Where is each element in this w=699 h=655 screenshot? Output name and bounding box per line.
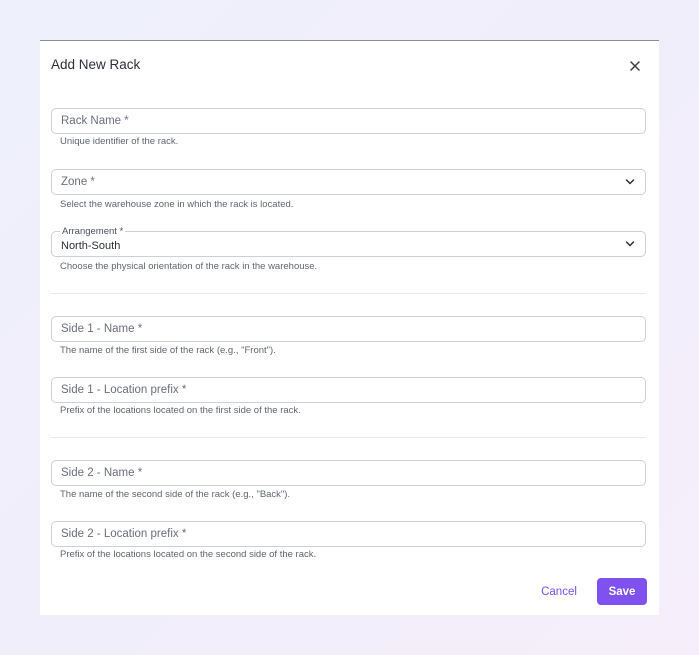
chevron-down-icon <box>625 179 635 185</box>
side2-name-helper: The name of the second side of the rack … <box>60 489 291 500</box>
arrangement-select[interactable]: Arrangement * North-South <box>51 226 646 257</box>
side1-name-helper: The name of the first side of the rack (… <box>60 345 276 356</box>
chevron-down-icon <box>625 241 635 247</box>
side1-name-input[interactable]: Side 1 - Name * <box>51 316 646 342</box>
side1-prefix-helper: Prefix of the locations located on the f… <box>60 405 301 416</box>
section-divider <box>51 437 646 438</box>
zone-helper: Select the warehouse zone in which the r… <box>60 199 294 210</box>
close-button[interactable] <box>627 58 643 74</box>
arrangement-value: North-South <box>61 240 121 252</box>
rack-name-helper: Unique identifier of the rack. <box>60 136 179 147</box>
side2-prefix-helper: Prefix of the locations located on the s… <box>60 549 317 560</box>
side1-prefix-input[interactable]: Side 1 - Location prefix * <box>51 377 646 403</box>
save-button[interactable]: Save <box>597 578 647 605</box>
rack-name-input[interactable]: Rack Name * <box>51 108 646 134</box>
arrangement-label: Arrangement * <box>60 226 126 237</box>
side2-prefix-placeholder: Side 2 - Location prefix * <box>61 528 187 540</box>
zone-select[interactable]: Zone * <box>51 169 646 195</box>
side1-prefix-placeholder: Side 1 - Location prefix * <box>61 384 187 396</box>
cancel-button[interactable]: Cancel <box>535 579 583 605</box>
arrangement-helper: Choose the physical orientation of the r… <box>60 261 318 272</box>
side2-prefix-input[interactable]: Side 2 - Location prefix * <box>51 521 646 547</box>
zone-placeholder: Zone * <box>61 176 95 188</box>
side2-name-input[interactable]: Side 2 - Name * <box>51 460 646 486</box>
side2-name-placeholder: Side 2 - Name * <box>61 467 143 479</box>
add-rack-dialog: Add New Rack Rack Name * Unique identifi… <box>40 40 659 615</box>
side1-name-placeholder: Side 1 - Name * <box>61 323 143 335</box>
dialog-title: Add New Rack <box>51 57 141 72</box>
section-divider <box>51 293 646 294</box>
rack-name-placeholder: Rack Name * <box>61 115 129 127</box>
close-icon <box>630 61 640 71</box>
